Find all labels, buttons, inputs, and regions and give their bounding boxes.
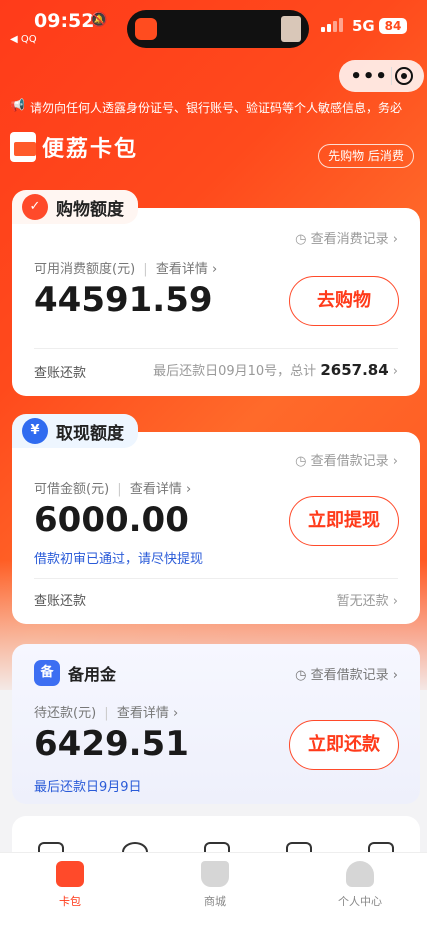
tab-wallet[interactable]: 卡包 (30, 861, 110, 909)
shopping-repay-summary[interactable]: 最后还款日09月10号，总计 2657.84 › (153, 360, 398, 379)
status-bar: 09:52 🔕 ◀ QQ 5G 84 (0, 0, 427, 50)
back-to-app-link[interactable]: ◀ QQ (10, 34, 37, 45)
withdraw-now-button[interactable]: 立即提现 (289, 496, 399, 546)
loan-record-link[interactable]: ◷ 查看借款记录 › (295, 450, 398, 469)
no-repayment-link[interactable]: 暂无还款 › (337, 590, 398, 609)
brand-name: 便荔卡包 (42, 137, 139, 162)
shopping-bag-icon: ✓ (22, 194, 48, 220)
reserve-record-label: 查看借款记录 (310, 668, 389, 683)
reserve-fund-icon: 备 (34, 660, 60, 686)
bottom-tab-bar: 卡包 商城 个人中心 (0, 852, 427, 925)
label-separator: | (143, 262, 148, 277)
consumption-record-label: 查看消费记录 (310, 232, 389, 247)
app-activity-icon (135, 18, 157, 40)
cash-icon: ¥ (22, 418, 48, 444)
card-divider (34, 348, 398, 349)
reserve-card: 备 备用金 ◷ 查看借款记录 › 待还款(元) | 查看详情 › 6429.51… (12, 644, 420, 804)
status-time: 09:52 (34, 10, 95, 32)
cash-approval-note: 借款初审已通过，请尽快提现 (34, 552, 204, 567)
brand-slogan: 先购物 后消费 (318, 144, 414, 168)
signal-icon (321, 18, 345, 32)
shopping-tab-header: ✓ 购物额度 (12, 190, 138, 224)
shopping-card: ◷ 查看消费记录 › 可用消费额度(元) | 查看详情 › 44591.59 去… (12, 208, 420, 396)
tab-mall[interactable]: 商城 (175, 861, 255, 909)
tab-profile[interactable]: 个人中心 (320, 861, 400, 909)
shopping-billing-link[interactable]: 查账还款 (34, 362, 86, 381)
repay-now-button[interactable]: 立即还款 (289, 720, 399, 770)
tab-wallet-label: 卡包 (59, 895, 81, 908)
label-separator: | (104, 706, 109, 721)
security-notice: 📢 请勿向任何人透露身份证号、银行账号、验证码等个人敏感信息，务必 (0, 96, 427, 118)
available-limit-label: 可用消费额度(元) (34, 262, 136, 277)
reserve-loan-record-link[interactable]: ◷ 查看借款记录 › (295, 664, 398, 683)
cash-title: 取现额度 (56, 423, 124, 444)
no-repayment-text: 暂无还款 (336, 594, 389, 609)
reserve-amount: 6429.51 (34, 724, 189, 764)
reserve-detail-link[interactable]: 查看详情 (117, 706, 169, 721)
repay-summary-text: 最后还款日09月10号，总计 (153, 364, 317, 379)
dynamic-island (127, 10, 309, 48)
wallet-icon (56, 861, 84, 887)
cash-tab-header: ¥ 取现额度 (12, 414, 138, 448)
reserve-title: 备用金 (68, 665, 117, 684)
miniprogram-capsule: ••• (339, 60, 424, 92)
repay-total-amount: 2657.84 (320, 361, 389, 379)
more-icon[interactable]: ••• (350, 66, 388, 87)
cash-detail-link[interactable]: 查看详情 (130, 482, 182, 497)
tab-profile-label: 个人中心 (338, 895, 382, 908)
reserve-label-line: 待还款(元) | 查看详情 › (34, 706, 179, 721)
shopping-title: 购物额度 (56, 199, 124, 220)
shopping-detail-link[interactable]: 查看详情 (156, 262, 208, 277)
network-type: 5G (352, 17, 375, 35)
announcement-icon: 📢 (10, 98, 25, 112)
tab-mall-label: 商城 (204, 895, 226, 908)
pending-repay-label: 待还款(元) (34, 706, 97, 721)
close-miniprogram-icon[interactable] (394, 67, 413, 85)
user-icon (346, 861, 374, 887)
reserve-due-date: 最后还款日9月9日 (34, 780, 142, 795)
card-divider (34, 578, 398, 579)
consumption-record-link[interactable]: ◷ 查看消费记录 › (295, 228, 398, 247)
brand-header: 便荔卡包 (10, 130, 138, 164)
mute-bell-icon: 🔕 (90, 12, 108, 28)
cash-label-line: 可借金额(元) | 查看详情 › (34, 482, 192, 497)
go-shopping-button[interactable]: 去购物 (289, 276, 399, 326)
brand-logo-icon (10, 132, 36, 162)
borrowable-label: 可借金额(元) (34, 482, 110, 497)
cash-billing-link[interactable]: 查账还款 (34, 590, 86, 609)
cart-icon (201, 861, 229, 887)
reserve-header: 备 备用金 (34, 660, 116, 686)
shopping-label-line: 可用消费额度(元) | 查看详情 › (34, 262, 218, 277)
battery-icon: 84 (379, 18, 407, 34)
shopping-amount: 44591.59 (34, 280, 213, 320)
loan-record-label: 查看借款记录 (310, 454, 389, 469)
media-artwork-icon (281, 16, 301, 42)
cash-card: ◷ 查看借款记录 › 可借金额(元) | 查看详情 › 6000.00 立即提现… (12, 432, 420, 624)
notice-text: 请勿向任何人透露身份证号、银行账号、验证码等个人敏感信息，务必 (30, 101, 403, 115)
cash-amount: 6000.00 (34, 500, 189, 540)
capsule-divider (390, 67, 392, 85)
label-separator: | (117, 482, 122, 497)
